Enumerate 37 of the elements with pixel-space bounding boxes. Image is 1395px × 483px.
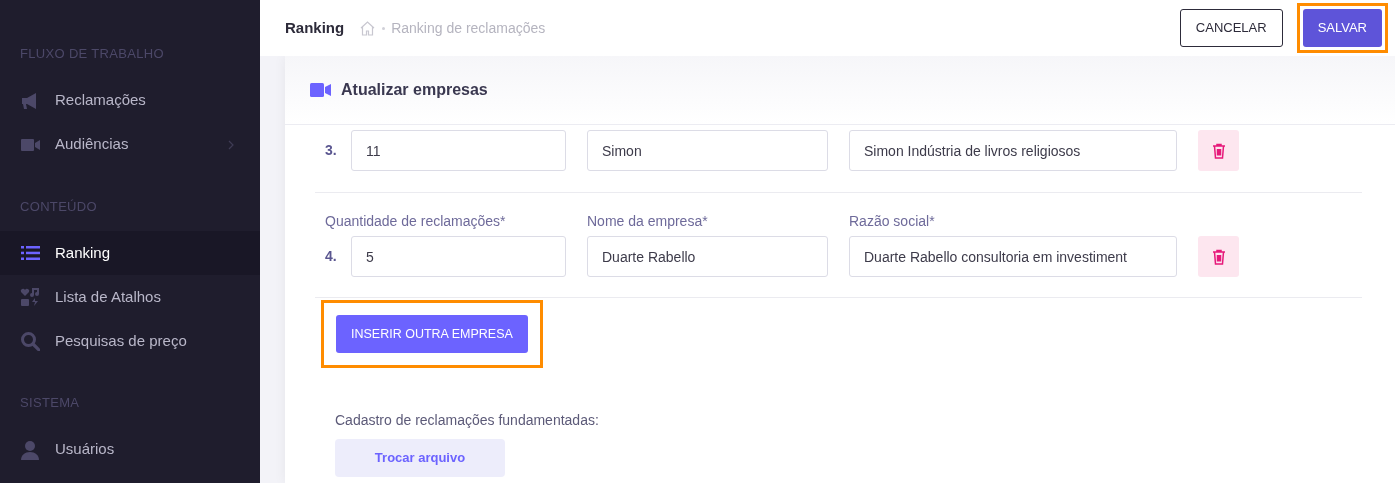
input-field[interactable]: Duarte Rabello (587, 236, 828, 277)
section-heading: FLUXO DE TRABALHO (19, 45, 165, 63)
input-field[interactable]: Simon Indústria de livros religiosos (849, 130, 1177, 171)
input-field[interactable]: Duarte Rabello consultoria em investiment (849, 236, 1177, 277)
row-number: 4. (324, 247, 338, 266)
page-title: Ranking (285, 17, 345, 38)
home-icon (359, 19, 377, 37)
user-icon (20, 439, 40, 460)
save-button[interactable]: SALVAR (1302, 9, 1382, 47)
sidebar-item[interactable]: Audiências (0, 122, 260, 167)
input-field[interactable]: 5 (351, 236, 566, 277)
video-camera-icon (310, 83, 331, 97)
search-icon (20, 331, 40, 351)
sidebar-item[interactable]: Lista de Atalhos (0, 275, 260, 319)
input-field[interactable]: Simon (587, 130, 828, 171)
field-label: Nome da empresa* (587, 212, 709, 231)
field-label: Razão social* (849, 212, 936, 231)
sidebar-item[interactable]: Ranking (0, 231, 260, 275)
cancel-button[interactable]: CANCELAR (1179, 9, 1283, 47)
shortcuts-icon (20, 287, 40, 307)
section-heading: CONTEÚDO (19, 197, 98, 216)
delete-button[interactable] (1198, 236, 1239, 277)
input-field[interactable]: 11 (351, 130, 566, 171)
sidebar-item[interactable]: Pesquisas de preço (0, 319, 260, 363)
trash-icon (1211, 248, 1226, 265)
delete-button[interactable] (1198, 130, 1239, 171)
trash-icon (1211, 142, 1226, 159)
change-file-button[interactable]: Trocar arquivo (335, 439, 505, 477)
field-label: Quantidade de reclamações* (325, 212, 507, 231)
section-heading: SISTEMA (19, 394, 81, 412)
sidebar-item[interactable]: Usuários (0, 427, 260, 472)
sidebar-item[interactable]: Reclamações (0, 78, 260, 123)
list-icon (20, 243, 40, 263)
file-label: Cadastro de reclamações fundamentadas: (335, 411, 600, 430)
row-number: 3. (324, 141, 338, 160)
card-title: Atualizar empresas (341, 80, 488, 100)
add-company-button[interactable]: INSERIR OUTRA EMPRESA (336, 315, 528, 353)
